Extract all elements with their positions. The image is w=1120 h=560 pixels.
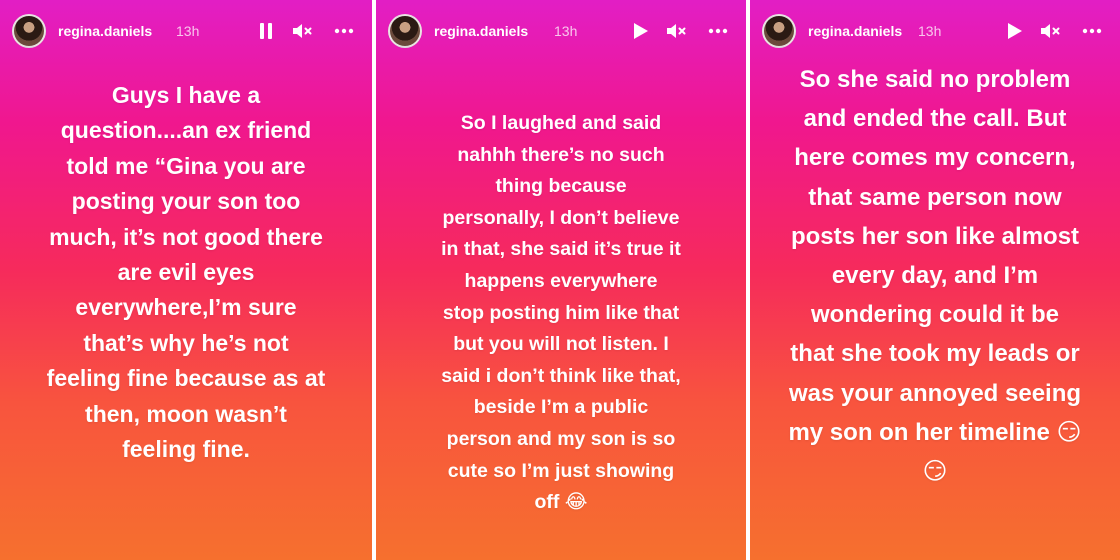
avatar[interactable] bbox=[388, 14, 422, 48]
story-text: So I laughed and said nahhh there’s no s… bbox=[441, 112, 681, 514]
timestamp: 13h bbox=[176, 23, 200, 39]
play-icon[interactable] bbox=[628, 19, 652, 43]
story-panel-2[interactable]: regina.daniels 13h So I laughed and said… bbox=[376, 0, 746, 560]
avatar[interactable] bbox=[762, 14, 796, 48]
story-panel-3[interactable]: regina.daniels 13h So she said no proble… bbox=[750, 0, 1120, 560]
more-icon[interactable] bbox=[706, 19, 730, 43]
story-header: regina.daniels 13h bbox=[388, 14, 734, 48]
avatar[interactable] bbox=[12, 14, 46, 48]
username[interactable]: regina.daniels bbox=[58, 23, 152, 39]
mute-icon[interactable] bbox=[664, 19, 688, 43]
username[interactable]: regina.daniels bbox=[434, 23, 528, 39]
mute-icon[interactable] bbox=[290, 19, 314, 43]
story-panel-1[interactable]: regina.daniels 13h Guys I have a questio… bbox=[0, 0, 372, 560]
story-header: regina.daniels 13h bbox=[762, 14, 1108, 48]
username[interactable]: regina.daniels bbox=[808, 23, 902, 39]
more-icon[interactable] bbox=[332, 19, 356, 43]
story-text: Guys I have a question....an ex friend t… bbox=[46, 82, 326, 463]
story-text: So she said no problem and ended the cal… bbox=[788, 66, 1082, 486]
more-icon[interactable] bbox=[1080, 19, 1104, 43]
pause-icon[interactable] bbox=[254, 19, 278, 43]
timestamp: 13h bbox=[918, 23, 942, 39]
mute-icon[interactable] bbox=[1038, 19, 1062, 43]
timestamp: 13h bbox=[554, 23, 578, 39]
play-icon[interactable] bbox=[1002, 19, 1026, 43]
story-header: regina.daniels 13h bbox=[12, 14, 360, 48]
